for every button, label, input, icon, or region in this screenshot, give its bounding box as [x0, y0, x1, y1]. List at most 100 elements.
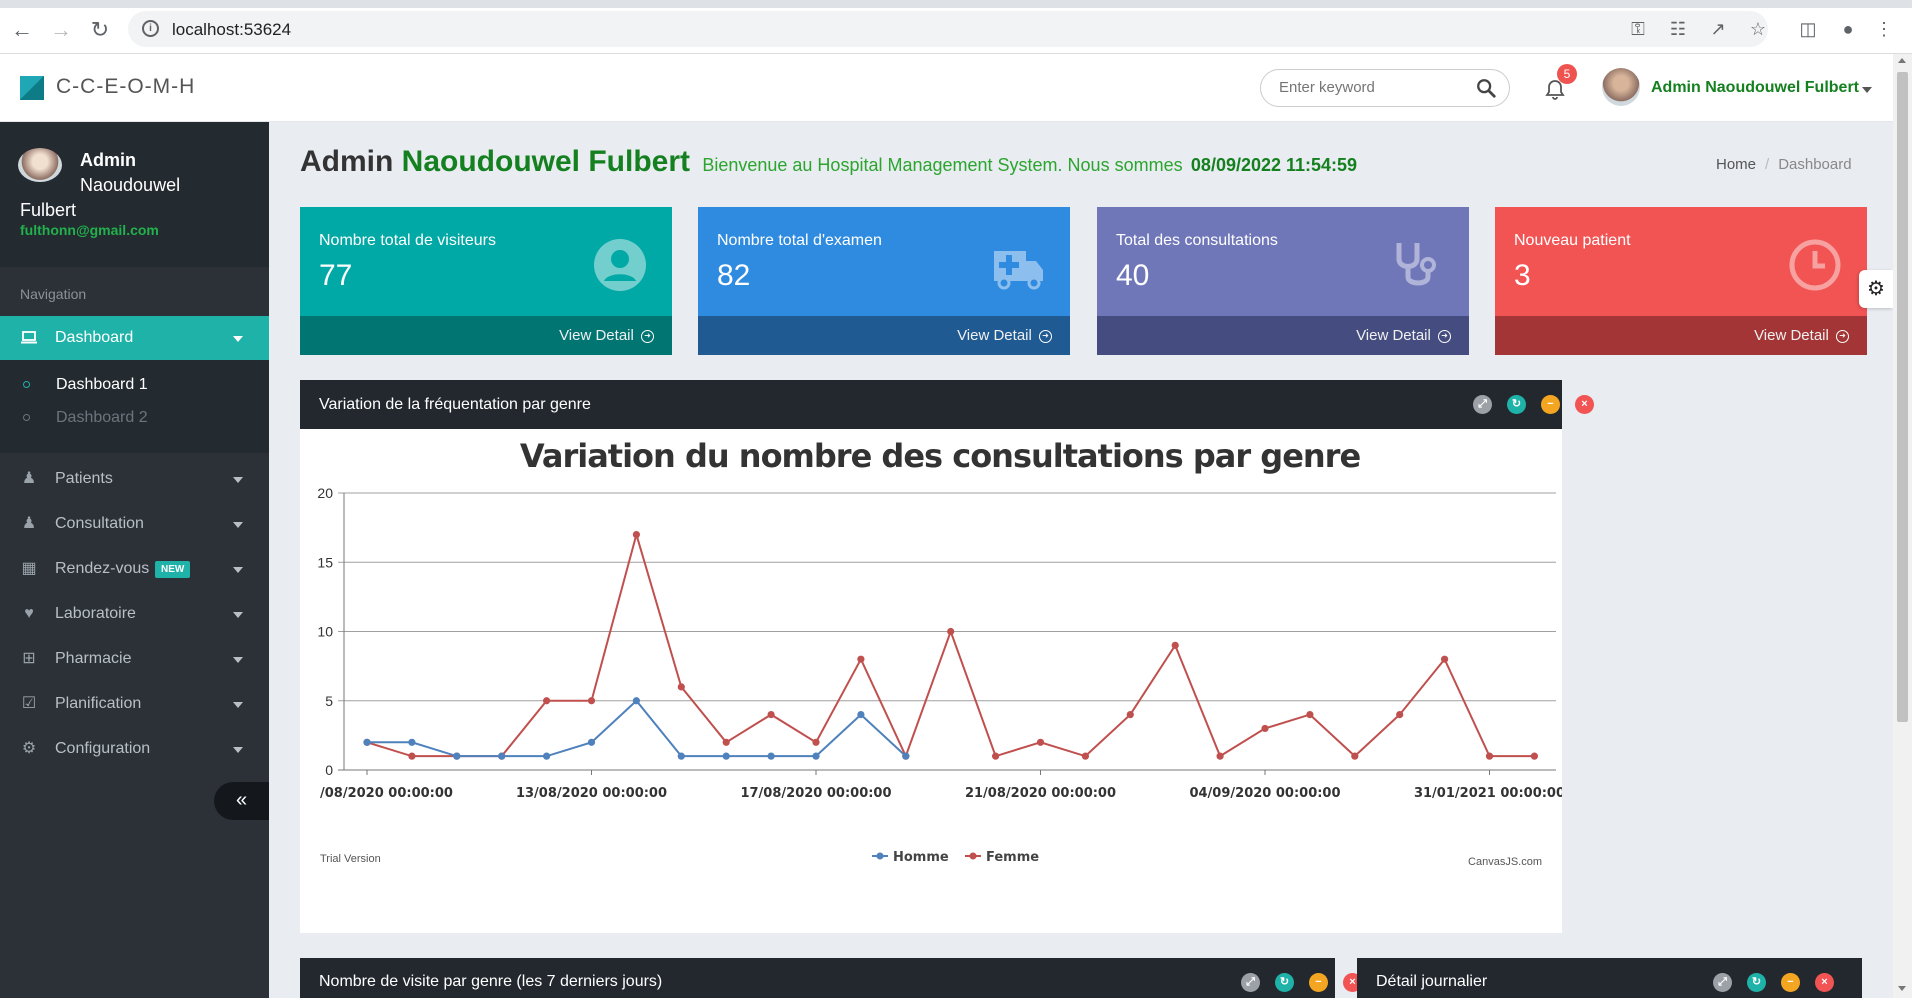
- search-box: [1260, 69, 1510, 107]
- data-point: [857, 711, 865, 719]
- data-point: [1261, 724, 1269, 733]
- sidebar-item-patients[interactable]: ♟ Patients: [0, 457, 269, 501]
- profile-icon[interactable]: ●: [1837, 18, 1859, 40]
- view-detail-link[interactable]: View Detail ➜: [559, 327, 654, 344]
- minimize-icon[interactable]: −: [1781, 973, 1800, 992]
- search-icon[interactable]: [1475, 77, 1497, 99]
- chart-credit-link[interactable]: CanvasJS.com: [1468, 856, 1542, 868]
- translate-icon[interactable]: ☷: [1667, 18, 1689, 40]
- x-tick-label: 21/08/2020 00:00:00: [965, 786, 1116, 801]
- data-point: [1530, 752, 1538, 760]
- side-panel-icon[interactable]: ◫: [1797, 18, 1819, 40]
- stethoscope-icon: [1396, 243, 1436, 286]
- data-point: [1036, 738, 1045, 746]
- data-point: [1216, 752, 1224, 760]
- data-point: [1485, 752, 1494, 760]
- sidebar-item-dashboard[interactable]: Dashboard: [0, 316, 269, 360]
- caret-down-icon: [233, 336, 243, 342]
- view-detail-link[interactable]: View Detail ➜: [1754, 327, 1849, 344]
- avatar[interactable]: [1602, 68, 1640, 106]
- caret-down-icon: [233, 747, 243, 753]
- refresh-icon[interactable]: ↻: [1507, 395, 1526, 414]
- site-info-icon[interactable]: i: [142, 20, 159, 37]
- sidebar-item-consultation[interactable]: ♟ Consultation: [0, 502, 269, 546]
- caret-down-icon: [233, 477, 243, 483]
- x-tick-label: 17/08/2020 00:00:00: [740, 786, 891, 801]
- sidebar-item-laboratoire[interactable]: ♥ Laboratoire: [0, 592, 269, 636]
- breadcrumb: Home / Dashboard: [1716, 156, 1852, 173]
- minimize-icon[interactable]: −: [1541, 395, 1560, 414]
- sidebar-item-configuration[interactable]: ⚙ Configuration: [0, 727, 269, 771]
- sidebar-item-rendez-vous[interactable]: ▦ Rendez-vous NEW: [0, 547, 269, 591]
- submenu-item-dashboard-1[interactable]: Dashboard 1: [0, 370, 269, 400]
- bookmark-star-icon[interactable]: ☆: [1747, 18, 1769, 40]
- address-bar[interactable]: i localhost:53624: [128, 11, 1768, 47]
- data-point: [543, 697, 551, 705]
- forward-icon[interactable]: →: [47, 16, 75, 44]
- stat-card-footer[interactable]: View Detail ➜: [1097, 316, 1469, 355]
- page-title-name: Naoudouwel Fulbert: [401, 145, 690, 178]
- refresh-icon[interactable]: ↻: [1275, 973, 1294, 992]
- data-point: [812, 752, 820, 760]
- share-icon[interactable]: ↗: [1707, 18, 1729, 40]
- page-scrollbar[interactable]: [1893, 54, 1912, 998]
- calendar-icon: ▦: [21, 560, 37, 577]
- sidebar-item-label: Configuration: [55, 740, 151, 757]
- data-point: [677, 683, 685, 691]
- stat-card-footer[interactable]: View Detail ➜: [300, 316, 672, 355]
- stat-label: Nouveau patient: [1514, 232, 1631, 249]
- expand-icon[interactable]: ⤢: [1241, 973, 1260, 992]
- scroll-up-icon[interactable]: [1898, 58, 1906, 63]
- stat-value: 3: [1514, 259, 1531, 292]
- caret-down-icon: [233, 612, 243, 618]
- sidebar-collapse-button[interactable]: «: [214, 782, 269, 820]
- data-point: [1351, 752, 1359, 760]
- stat-label: Nombre total d'examen: [717, 232, 882, 249]
- data-point: [1171, 641, 1179, 649]
- breadcrumb-current: Dashboard: [1778, 156, 1852, 173]
- data-point: [363, 738, 371, 746]
- key-icon[interactable]: ⚿: [1627, 18, 1649, 40]
- sidebar-user-first: Admin: [80, 150, 136, 170]
- expand-icon[interactable]: ⤢: [1713, 973, 1732, 992]
- search-input[interactable]: [1279, 79, 1469, 96]
- sidebar-item-pharmacie[interactable]: ⊞ Pharmacie: [0, 637, 269, 681]
- user-menu[interactable]: Admin Naoudouwel Fulbert: [1651, 79, 1859, 97]
- series-femme: [363, 530, 1538, 760]
- data-point: [498, 752, 506, 760]
- stat-card-footer[interactable]: View Detail ➜: [1495, 316, 1867, 355]
- settings-gear-icon[interactable]: ⚙: [1859, 270, 1893, 308]
- data-point: [722, 738, 730, 746]
- scroll-down-icon[interactable]: [1898, 986, 1906, 991]
- weekly-visits-panel: Nombre de visite par genre (les 7 dernie…: [300, 958, 1362, 998]
- caret-down-icon: [233, 702, 243, 708]
- new-badge: NEW: [155, 561, 191, 578]
- scrollbar-thumb[interactable]: [1897, 72, 1908, 722]
- menu-icon[interactable]: ⋮: [1873, 18, 1895, 40]
- attendance-chart-panel: Variation de la fréquentation par genre …: [300, 380, 1594, 933]
- view-detail-link[interactable]: View Detail ➜: [957, 327, 1052, 344]
- close-icon[interactable]: ×: [1575, 395, 1594, 414]
- breadcrumb-home[interactable]: Home: [1716, 156, 1756, 173]
- sidebar-item-planification[interactable]: ☑ Planification: [0, 682, 269, 726]
- stat-value: 77: [319, 259, 353, 292]
- logo-text[interactable]: C-C-E-O-M-H: [56, 75, 195, 99]
- view-detail-link[interactable]: View Detail ➜: [1356, 327, 1451, 344]
- stat-card-footer[interactable]: View Detail ➜: [698, 316, 1070, 355]
- chevron-down-icon[interactable]: [1862, 87, 1872, 93]
- submenu-item-dashboard-2[interactable]: Dashboard 2: [0, 403, 269, 433]
- notification-badge: 5: [1557, 64, 1577, 84]
- minimize-icon[interactable]: −: [1309, 973, 1328, 992]
- sidebar-item-label: Planification: [55, 695, 142, 712]
- legend-label: Femme: [986, 850, 1039, 865]
- reload-icon[interactable]: ↻: [86, 16, 114, 44]
- close-icon[interactable]: ×: [1815, 973, 1834, 992]
- chart-trial-label: Trial Version: [320, 853, 381, 865]
- legend-marker: [969, 852, 977, 860]
- expand-icon[interactable]: ⤢: [1473, 395, 1492, 414]
- user-injured-icon: ♟: [21, 470, 37, 487]
- back-icon[interactable]: ←: [8, 16, 36, 44]
- user-md-icon: ♟: [21, 515, 37, 532]
- refresh-icon[interactable]: ↻: [1747, 973, 1766, 992]
- sidebar-user-email: fulthonn@gmail.com: [20, 222, 159, 238]
